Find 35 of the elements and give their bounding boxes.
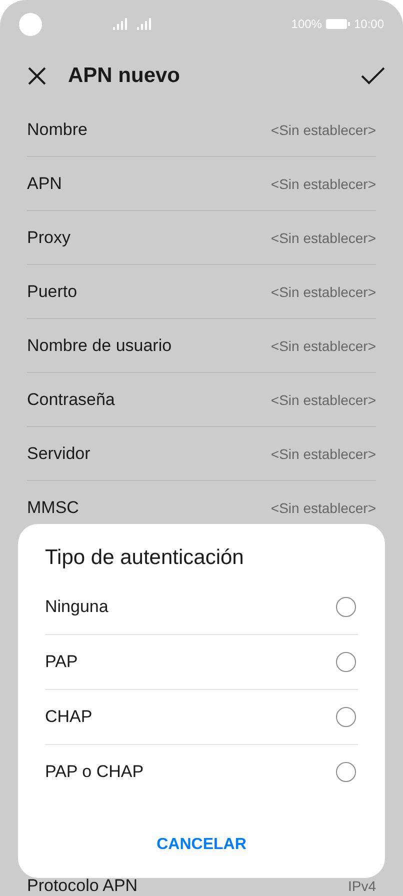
setting-value: <Sin establecer>	[270, 392, 376, 408]
setting-value: <Sin establecer>	[270, 446, 376, 462]
close-icon[interactable]	[28, 66, 46, 84]
setting-value: <Sin establecer>	[270, 338, 376, 354]
cancel-button[interactable]: CANCELAR	[146, 830, 256, 860]
option-label: PAP	[45, 652, 78, 672]
setting-label: Proxy	[27, 228, 70, 248]
setting-label: Protocolo APN	[27, 876, 138, 896]
camera-icon	[19, 12, 42, 36]
dialog-title: Tipo de autenticación	[45, 546, 245, 570]
setting-label: Puerto	[27, 282, 78, 302]
setting-value: <Sin establecer>	[270, 500, 376, 516]
radio-button[interactable]	[336, 762, 356, 782]
setting-label: Contraseña	[27, 390, 115, 410]
setting-label: APN	[27, 174, 62, 194]
setting-label: Nombre	[27, 120, 88, 140]
setting-label: MMSC	[27, 498, 79, 518]
setting-label: Servidor	[27, 444, 90, 464]
setting-label: Nombre de usuario	[27, 336, 172, 356]
page-title: APN nuevo	[68, 64, 182, 88]
radio-button[interactable]	[336, 707, 356, 727]
option-label: Ninguna	[45, 597, 108, 617]
option-label: PAP o CHAP	[45, 762, 144, 782]
setting-value: IPv4	[348, 878, 376, 894]
check-icon[interactable]	[361, 66, 385, 84]
option-label: CHAP	[45, 707, 92, 727]
setting-value: <Sin establecer>	[270, 176, 376, 192]
setting-value: <Sin establecer>	[270, 284, 376, 300]
radio-button[interactable]	[336, 652, 356, 672]
signal-icon	[137, 18, 151, 30]
signal-icon	[113, 18, 127, 30]
battery-icon	[326, 19, 350, 29]
setting-value: <Sin establecer>	[270, 230, 376, 246]
radio-button[interactable]	[336, 597, 356, 617]
setting-value: <Sin establecer>	[270, 122, 376, 138]
